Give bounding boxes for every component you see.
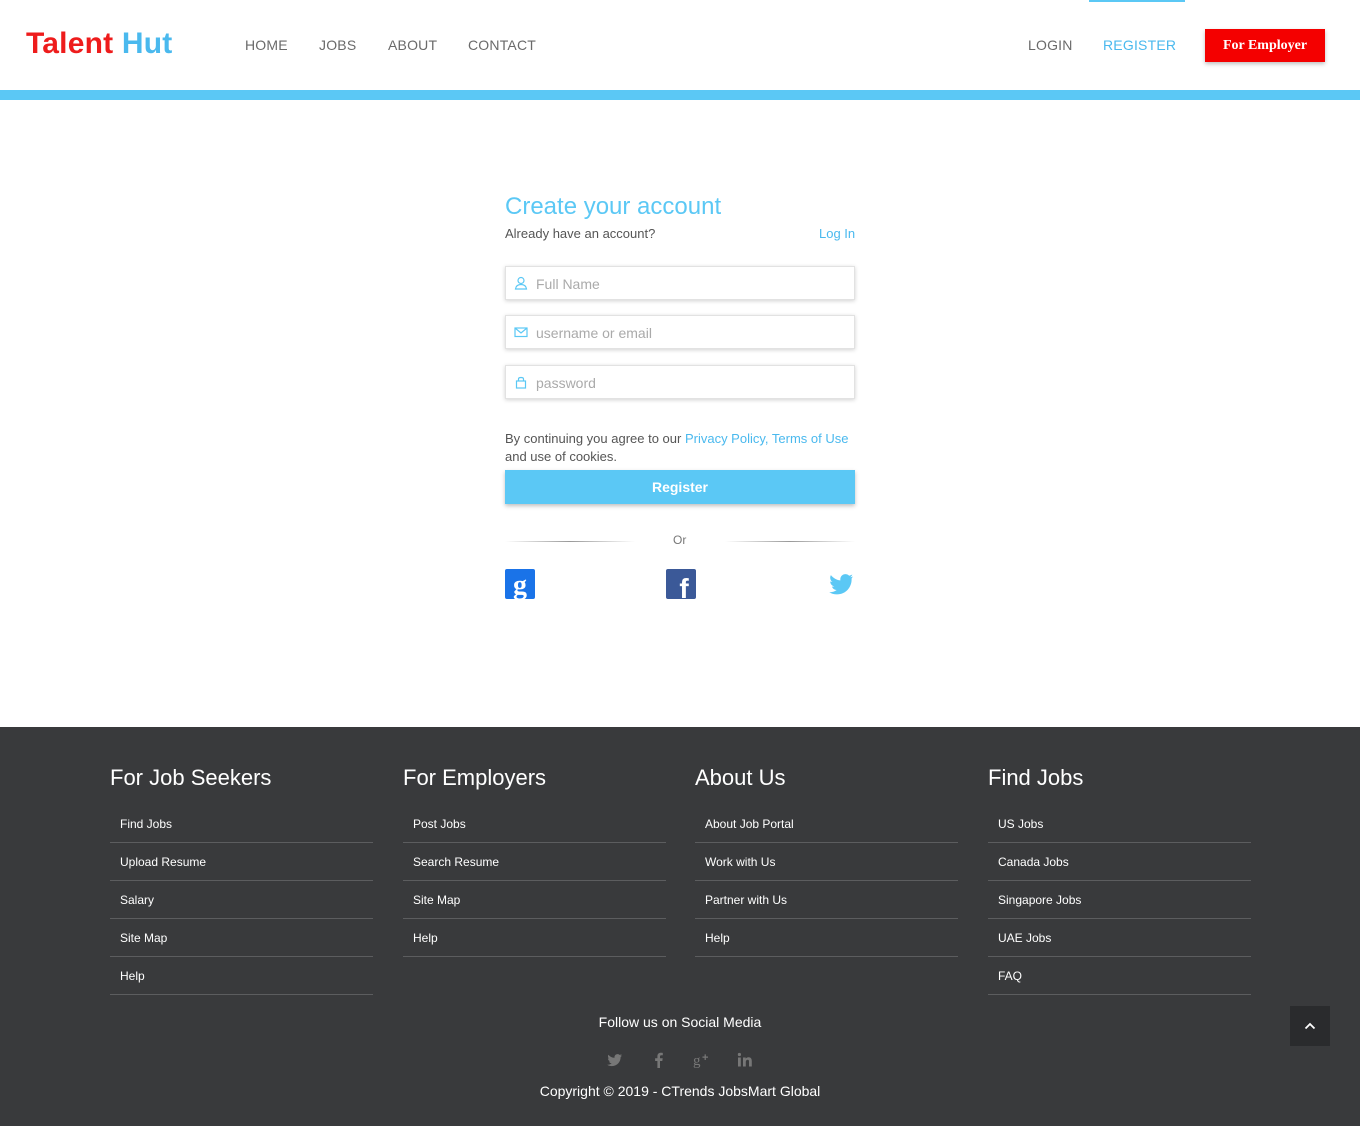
- footer-link[interactable]: Site Map: [110, 919, 373, 957]
- brand-part-2: Hut: [121, 27, 173, 60]
- email-placeholder: username or email: [536, 325, 652, 341]
- nav-contact[interactable]: CONTACT: [468, 37, 536, 53]
- footer-link[interactable]: Help: [403, 919, 666, 957]
- footer-link[interactable]: FAQ: [988, 957, 1251, 995]
- svg-text:g: g: [693, 1053, 701, 1069]
- footer-column-title: For Job Seekers: [110, 765, 272, 790]
- follow-social-text: Follow us on Social Media: [598, 1014, 762, 1030]
- footer-link[interactable]: Help: [110, 957, 373, 995]
- header-accent-bar: [0, 90, 1360, 100]
- footer-link[interactable]: Help: [695, 919, 958, 957]
- nav-home[interactable]: HOME: [245, 37, 288, 53]
- footer-link[interactable]: Salary: [110, 881, 373, 919]
- footer-link[interactable]: Upload Resume: [110, 843, 373, 881]
- lock-icon: [515, 376, 527, 389]
- site-header: Talent Hut HOME JOBS ABOUT CONTACT LOGIN…: [0, 0, 1360, 90]
- divider-right: [725, 541, 855, 542]
- user-icon: [514, 276, 528, 290]
- footer-link[interactable]: Post Jobs: [403, 805, 666, 843]
- footer-link[interactable]: Partner with Us: [695, 881, 958, 919]
- brand-part-1: Talent: [26, 27, 114, 60]
- twitter-icon[interactable]: [606, 1051, 624, 1069]
- envelope-icon: [514, 327, 528, 338]
- already-have-account-text: Already have an account?: [505, 226, 656, 241]
- terms-text: By continuing you agree to our Privacy P…: [505, 430, 865, 466]
- nav-register[interactable]: REGISTER: [1103, 37, 1176, 53]
- full-name-placeholder: Full Name: [536, 276, 600, 292]
- footer-column-about-us: About Us About Job Portal Work with Us P…: [695, 765, 958, 957]
- footer-link[interactable]: Work with Us: [695, 843, 958, 881]
- footer-column-employers: For Employers Post Jobs Search Resume Si…: [403, 765, 666, 957]
- for-employer-button[interactable]: For Employer: [1205, 29, 1325, 62]
- chevron-up-icon: [1304, 1022, 1316, 1030]
- footer-link[interactable]: US Jobs: [988, 805, 1251, 843]
- footer-link[interactable]: Canada Jobs: [988, 843, 1251, 881]
- footer-link[interactable]: Site Map: [403, 881, 666, 919]
- privacy-terms-link[interactable]: Privacy Policy, Terms of Use: [685, 431, 849, 446]
- facebook-icon[interactable]: f: [666, 569, 696, 599]
- or-separator: Or: [673, 533, 687, 547]
- svg-text:g: g: [513, 570, 527, 599]
- password-placeholder: password: [536, 375, 596, 391]
- footer-column-title: For Employers: [403, 765, 547, 790]
- footer-link[interactable]: Find Jobs: [110, 805, 373, 843]
- back-to-top-button[interactable]: [1290, 1006, 1330, 1046]
- footer-column-title: About Us: [695, 765, 786, 790]
- nav-login[interactable]: LOGIN: [1028, 37, 1073, 53]
- footer-link[interactable]: UAE Jobs: [988, 919, 1251, 957]
- active-nav-indicator: [1089, 0, 1185, 2]
- twitter-icon[interactable]: [826, 569, 856, 599]
- password-field[interactable]: password: [505, 365, 855, 399]
- svg-text:+: +: [702, 1052, 708, 1064]
- form-title: Create your account: [505, 193, 722, 220]
- nav-about[interactable]: ABOUT: [388, 37, 437, 53]
- brand-logo[interactable]: Talent Hut: [26, 27, 172, 61]
- google-icon[interactable]: g: [505, 569, 535, 599]
- email-field[interactable]: username or email: [505, 315, 855, 349]
- footer-column-find-jobs: Find Jobs US Jobs Canada Jobs Singapore …: [988, 765, 1251, 995]
- footer-link[interactable]: Singapore Jobs: [988, 881, 1251, 919]
- footer-column-title: Find Jobs: [988, 765, 1084, 790]
- footer-link[interactable]: Search Resume: [403, 843, 666, 881]
- svg-text:f: f: [679, 573, 689, 599]
- copyright-text: Copyright © 2019 - CTrends JobsMart Glob…: [539, 1083, 821, 1099]
- footer-column-job-seekers: For Job Seekers Find Jobs Upload Resume …: [110, 765, 373, 995]
- login-link[interactable]: Log In: [819, 226, 855, 241]
- google-plus-icon[interactable]: g +: [693, 1051, 711, 1069]
- footer-link[interactable]: About Job Portal: [695, 805, 958, 843]
- full-name-field[interactable]: Full Name: [505, 266, 855, 300]
- terms-suffix: and use of cookies.: [505, 449, 618, 464]
- nav-jobs[interactable]: JOBS: [319, 37, 356, 53]
- register-button[interactable]: Register: [505, 470, 855, 504]
- facebook-icon[interactable]: [650, 1051, 668, 1069]
- terms-prefix: By continuing you agree to our: [505, 431, 685, 446]
- linkedin-icon[interactable]: [736, 1051, 754, 1069]
- divider-left: [505, 541, 635, 542]
